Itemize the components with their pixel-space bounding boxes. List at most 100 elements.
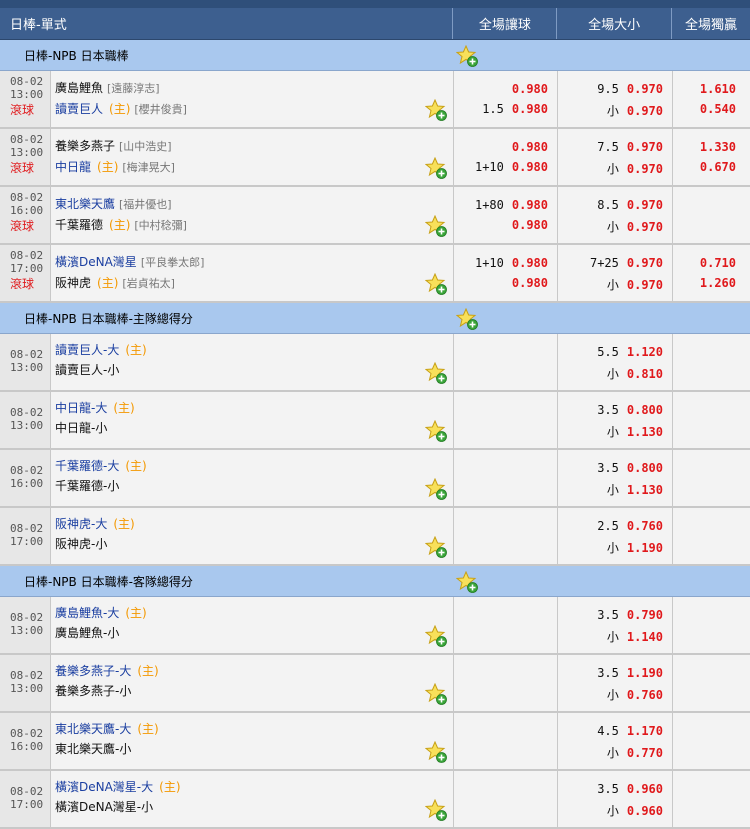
over-odds[interactable]: 0.800 [627,403,663,417]
handicap-away-line: 1.5 0.980 [482,102,548,116]
under-odds[interactable]: 0.970 [627,220,663,234]
over-odds[interactable]: 0.790 [627,608,663,622]
handicap-away-line-value: 1.5 [482,102,504,116]
match-date: 08-02 [10,785,44,798]
under-odds[interactable]: 1.140 [627,630,663,644]
team-2-name[interactable]: 養樂多燕子-小 [55,684,131,698]
moneyline-1-odds[interactable]: 1.330 [700,140,736,154]
over-line-value: 3.5 [597,608,619,622]
handicap-away-odds[interactable]: 0.980 [512,276,548,290]
star-add-icon[interactable] [425,799,447,821]
over-odds[interactable]: 0.970 [627,140,663,154]
team-1-name[interactable]: 讀賣巨人-大 [55,343,119,357]
league-star-add-icon[interactable] [456,571,478,593]
team-1-name[interactable]: 中日龍-大 [55,401,107,415]
star-add-icon[interactable] [425,362,447,384]
team-1-name[interactable]: 阪神虎-大 [55,517,107,531]
star-add-icon[interactable] [425,99,447,121]
match-date: 08-02 [10,249,44,262]
live-label[interactable]: 滾球 [10,162,50,175]
star-add-icon[interactable] [425,625,447,647]
star-add-icon[interactable] [425,741,447,763]
handicap-home-odds[interactable]: 0.980 [512,82,548,96]
league-header: 日棒-NPB 日本職棒-主隊總得分 [0,303,750,334]
team-1-name[interactable]: 橫濱DeNA灣星-大 [55,780,153,794]
team-1-name[interactable]: 東北樂天鷹-大 [55,722,131,736]
over-odds[interactable]: 0.760 [627,519,663,533]
handicap-home-odds[interactable]: 0.980 [512,140,548,154]
live-label[interactable]: 滾球 [10,220,50,233]
star-add-icon[interactable] [425,273,447,295]
league-header: 日棒-NPB 日本職棒-客隊總得分 [0,566,750,597]
under-odds[interactable]: 1.190 [627,541,663,555]
team-2-name[interactable]: 阪神虎-小 [55,537,107,551]
home-tag: (主) [109,102,131,116]
star-add-icon[interactable] [425,536,447,558]
team-2-name[interactable]: 廣島鯉魚-小 [55,626,119,640]
over-odds[interactable]: 1.190 [627,666,663,680]
under-odds[interactable]: 0.970 [627,278,663,292]
moneyline-2-odds[interactable]: 0.540 [700,102,736,116]
team-2-name[interactable]: 橫濱DeNA灣星-小 [55,800,153,814]
team-1-name[interactable]: 養樂多燕子 [55,139,115,153]
under-line-value: 小 [606,541,619,555]
team-2-name[interactable]: 讀賣巨人 [55,102,103,116]
league-name: 日棒-NPB 日本職棒-主隊總得分 [24,311,193,326]
star-add-icon[interactable] [425,215,447,237]
handicap-home-line: 0.980 [504,140,548,154]
handicap-home-odds[interactable]: 0.980 [512,256,548,270]
under-odds[interactable]: 0.770 [627,746,663,760]
under-odds[interactable]: 0.970 [627,162,663,176]
home-tag: (主) [137,664,159,678]
under-odds[interactable]: 0.970 [627,104,663,118]
team-1-name[interactable]: 養樂多燕子-大 [55,664,131,678]
team-2-name[interactable]: 讀賣巨人-小 [55,363,119,377]
match-teams-cell: 東北樂天鷹-大 (主) 東北樂天鷹-小 [51,713,454,769]
moneyline-2-odds[interactable]: 0.670 [700,160,736,174]
team-2-name[interactable]: 中日龍 [55,160,91,174]
team-2-name[interactable]: 阪神虎 [55,276,91,290]
match-time: 16:00 [10,477,44,490]
live-label[interactable]: 滾球 [10,104,50,117]
league-star-add-icon[interactable] [456,308,478,330]
team-1-name[interactable]: 廣島鯉魚 [55,81,103,95]
handicap-home-odds[interactable]: 0.980 [512,198,548,212]
match-row: 08-02 13:00 滾球 養樂多燕子 [山中浩史] 中日龍 (主) [梅津晃大] 0.98… [0,129,750,187]
over-odds[interactable]: 0.970 [627,256,663,270]
star-add-icon[interactable] [425,683,447,705]
over-odds[interactable]: 1.120 [627,345,663,359]
team-2-name[interactable]: 千葉羅德 [55,218,103,232]
handicap-away-odds[interactable]: 0.980 [512,160,548,174]
moneyline-1-odds[interactable]: 1.610 [700,82,736,96]
under-odds[interactable]: 1.130 [627,483,663,497]
moneyline-1-odds[interactable]: 0.710 [700,256,736,270]
team-1-name[interactable]: 千葉羅德-大 [55,459,119,473]
team-2-name[interactable]: 千葉羅德-小 [55,479,119,493]
match-time: 13:00 [10,419,44,432]
star-add-icon[interactable] [425,478,447,500]
under-odds[interactable]: 0.760 [627,688,663,702]
team-1-name[interactable]: 廣島鯉魚-大 [55,606,119,620]
over-odds[interactable]: 0.970 [627,82,663,96]
live-label[interactable]: 滾球 [10,278,50,291]
match-time: 17:00 [10,798,44,811]
league-star-add-icon[interactable] [456,45,478,67]
over-odds[interactable]: 0.960 [627,782,663,796]
under-odds[interactable]: 0.810 [627,367,663,381]
team-1-name[interactable]: 橫濱DeNA灣星 [55,255,137,269]
moneyline-2-odds[interactable]: 1.260 [700,276,736,290]
under-odds[interactable]: 1.130 [627,425,663,439]
match-row: 08-02 16:00 東北樂天鷹-大 (主) 東北樂天鷹-小 4.5 1.170 小 0.7… [0,713,750,771]
team-2: 千葉羅德 (主) [中村稔彌] [55,215,453,236]
star-add-icon[interactable] [425,157,447,179]
star-add-icon[interactable] [425,420,447,442]
over-odds[interactable]: 1.170 [627,724,663,738]
over-odds[interactable]: 0.970 [627,198,663,212]
over-odds[interactable]: 0.800 [627,461,663,475]
handicap-away-odds[interactable]: 0.980 [512,102,548,116]
team-1-name[interactable]: 東北樂天鷹 [55,197,115,211]
team-2-name[interactable]: 中日龍-小 [55,421,107,435]
team-2-name[interactable]: 東北樂天鷹-小 [55,742,131,756]
overunder-cell: 3.5 0.960 小 0.960 [558,771,673,827]
handicap-away-odds[interactable]: 0.980 [512,218,548,232]
